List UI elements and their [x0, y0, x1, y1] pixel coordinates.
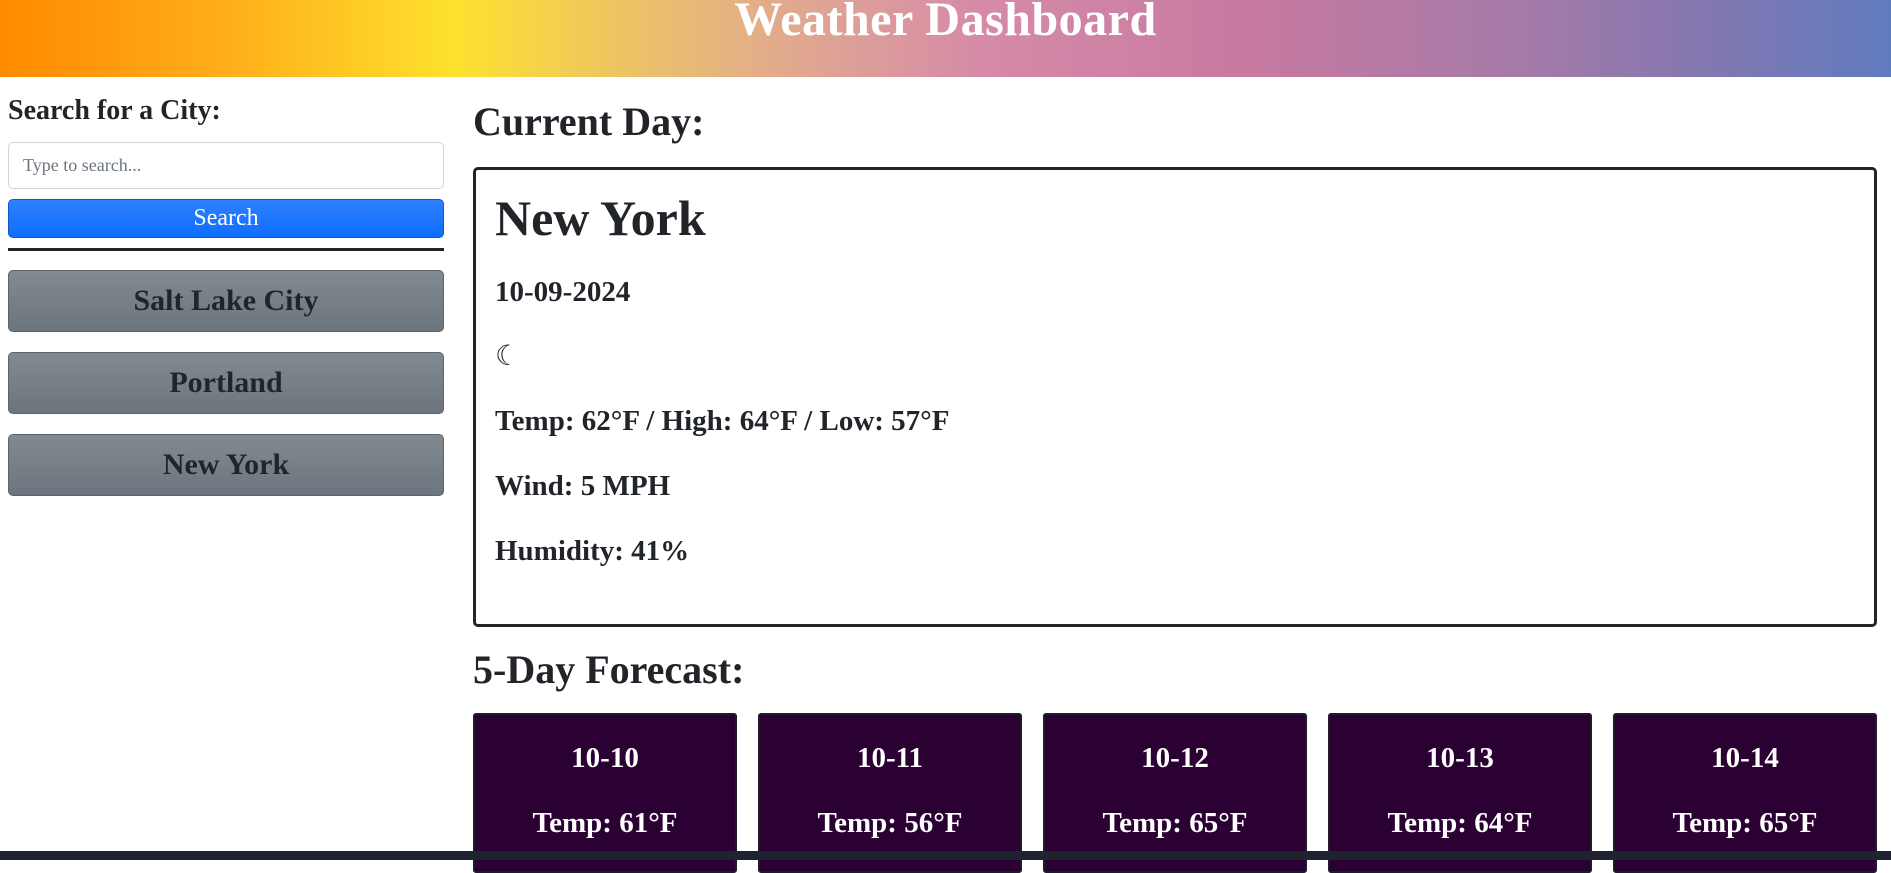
forecast-date: 10-10	[571, 742, 639, 774]
page-header: Weather Dashboard	[0, 0, 1891, 77]
current-weather-card: New York 10-09-2024 ☾ Temp: 62°F / High:…	[473, 167, 1877, 627]
search-history-list: Salt Lake City Portland New York	[8, 270, 444, 496]
forecast-date: 10-12	[1141, 742, 1209, 774]
current-city-name: New York	[495, 190, 706, 246]
forecast-card: 10-12 Temp: 65°F	[1043, 713, 1307, 873]
forecast-date: 10-13	[1426, 742, 1494, 774]
forecast-heading: 5-Day Forecast:	[473, 647, 745, 692]
search-label: Search for a City:	[8, 95, 221, 126]
forecast-card: 10-13 Temp: 64°F	[1328, 713, 1592, 873]
forecast-temperature: Temp: 65°F	[1102, 807, 1248, 839]
forecast-temperature: Temp: 64°F	[1387, 807, 1533, 839]
forecast-date: 10-14	[1711, 742, 1779, 774]
current-temperature: Temp: 62°F / High: 64°F / Low: 57°F	[495, 405, 950, 437]
main-content: Current Day: New York 10-09-2024 ☾ Temp:…	[473, 77, 1877, 873]
forecast-card: 10-10 Temp: 61°F	[473, 713, 737, 873]
forecast-card: 10-14 Temp: 65°F	[1613, 713, 1877, 873]
forecast-temperature: Temp: 65°F	[1672, 807, 1818, 839]
forecast-card: 10-11 Temp: 56°F	[758, 713, 1022, 873]
search-input[interactable]	[8, 142, 444, 189]
history-button-portland[interactable]: Portland	[8, 352, 444, 414]
search-button[interactable]: Search	[8, 199, 444, 238]
forecast-date: 10-11	[856, 742, 924, 774]
moon-icon: ☾	[495, 339, 521, 372]
forecast-temperature: Temp: 56°F	[817, 807, 963, 839]
current-humidity: Humidity: 41%	[495, 535, 690, 567]
current-date: 10-09-2024	[495, 276, 631, 308]
divider	[8, 248, 444, 251]
history-button-salt-lake-city[interactable]: Salt Lake City	[8, 270, 444, 332]
forecast-row: 10-10 Temp: 61°F 10-11 Temp: 56°F 10-12 …	[473, 713, 1877, 873]
current-wind: Wind: 5 MPH	[495, 470, 671, 502]
window-bottom-bar	[0, 851, 1891, 860]
current-day-heading: Current Day:	[473, 99, 705, 144]
sidebar: Search for a City: Search Salt Lake City…	[8, 77, 444, 516]
page-title: Weather Dashboard	[734, 0, 1157, 46]
history-button-new-york[interactable]: New York	[8, 434, 444, 496]
forecast-temperature: Temp: 61°F	[532, 807, 678, 839]
